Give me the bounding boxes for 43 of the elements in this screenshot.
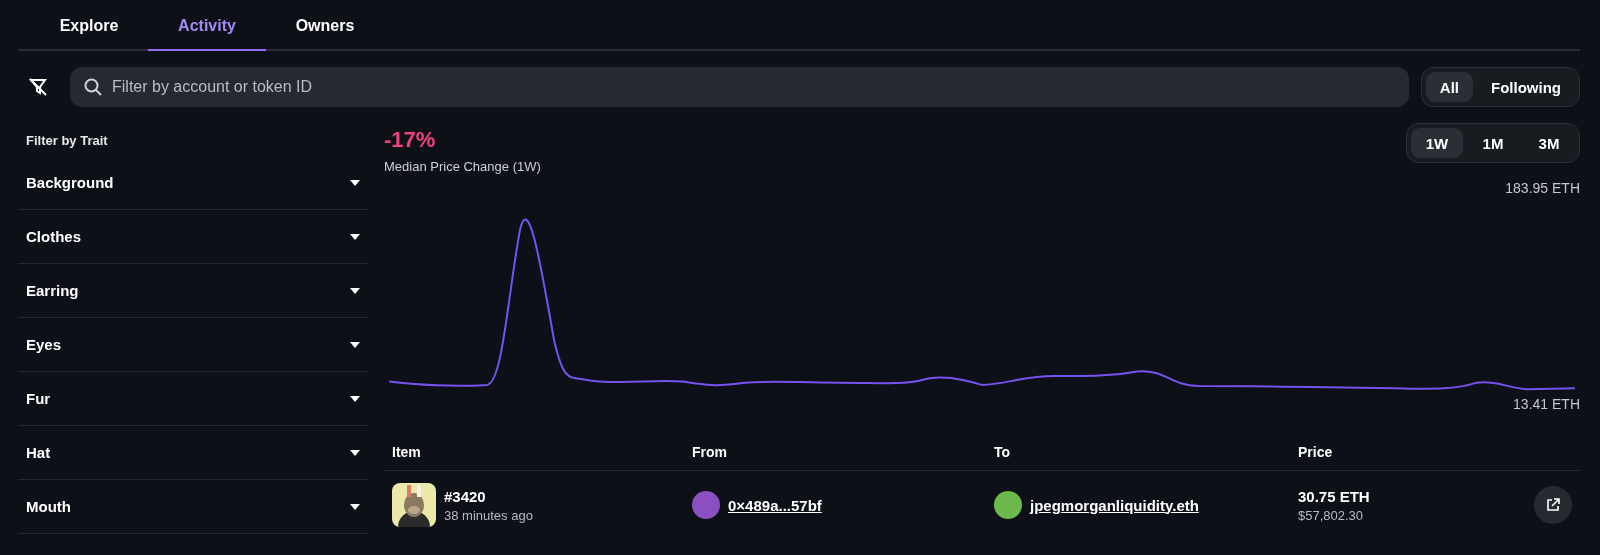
max-price-label: 183.95 ETH	[1505, 180, 1580, 196]
address-link[interactable]: jpegmorganliquidity.eth	[1030, 496, 1199, 514]
price-change-label: Median Price Change (1W)	[384, 159, 541, 174]
column-header: Price	[1290, 436, 1470, 471]
trait-dropdown[interactable]: Hat	[18, 426, 368, 480]
trait-dropdown[interactable]: Fur	[18, 372, 368, 426]
token-id: #3420	[444, 487, 487, 505]
column-header: From	[684, 436, 986, 471]
range-option[interactable]: 3M	[1523, 128, 1575, 158]
price-change-value: -17%	[384, 127, 437, 153]
trait-dropdown[interactable]: Mouth	[18, 480, 368, 534]
price-eth: 30.75 ETH	[1298, 487, 1371, 505]
tab[interactable]: Owners	[266, 0, 384, 51]
avatar-icon	[994, 491, 1022, 519]
timestamp: 38 minutes ago	[444, 507, 533, 523]
price-usd: $57,802.30	[1298, 507, 1365, 523]
trait-dropdown[interactable]: Earring	[18, 264, 368, 318]
external-link-button[interactable]	[1534, 486, 1572, 524]
filter-off-icon[interactable]	[28, 77, 48, 97]
caret-icon	[350, 179, 360, 186]
min-price-label: 13.41 ETH	[1513, 396, 1580, 412]
caret-icon	[350, 287, 360, 294]
column-header: Item	[384, 436, 684, 471]
toggle-option[interactable]: All	[1425, 72, 1473, 102]
trait-dropdown[interactable]: Eyes	[18, 318, 368, 372]
tab[interactable]: Explore	[30, 0, 148, 51]
search-field[interactable]: Filter by account or token ID	[70, 67, 1409, 107]
trait-dropdown[interactable]: Clothes	[18, 210, 368, 264]
caret-icon	[350, 233, 360, 240]
caret-icon	[350, 503, 360, 510]
caret-icon	[350, 341, 360, 348]
range-option[interactable]: 1W	[1411, 128, 1463, 158]
external-link-icon	[1546, 498, 1560, 512]
sidebar-title: Filter by Trait	[25, 132, 109, 150]
address-link[interactable]: 0×489a...57bf	[728, 496, 822, 514]
caret-icon	[350, 449, 360, 456]
avatar-icon	[692, 491, 720, 519]
range-option[interactable]: 1M	[1467, 128, 1519, 158]
tab[interactable]: Activity	[148, 0, 266, 51]
caret-icon	[350, 395, 360, 402]
column-header: To	[986, 436, 1290, 471]
trait-dropdown[interactable]: Background	[18, 156, 368, 210]
toggle-option[interactable]: Following	[1477, 72, 1575, 102]
